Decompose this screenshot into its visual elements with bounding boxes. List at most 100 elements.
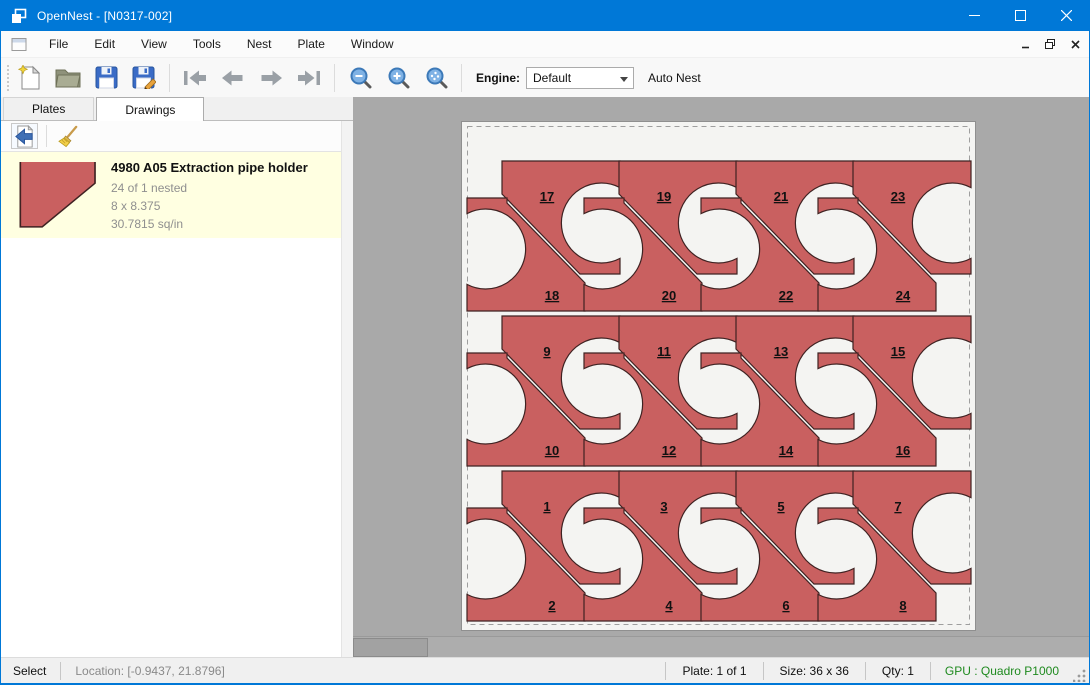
- resize-grip[interactable]: [1073, 668, 1087, 682]
- part-number-label: 9: [543, 344, 550, 359]
- broom-icon: [57, 125, 80, 148]
- menu-items: FileEditViewToolsNestPlateWindow: [36, 31, 407, 58]
- app-icon: [11, 8, 27, 24]
- tab-drawings[interactable]: Drawings: [96, 97, 204, 121]
- auto-nest-label[interactable]: Auto Nest: [648, 71, 701, 85]
- mdi-minimize-button[interactable]: [1014, 33, 1036, 55]
- menu-item-plate[interactable]: Plate: [285, 31, 338, 58]
- import-drawing-button[interactable]: [11, 123, 38, 149]
- part-number-label: 8: [899, 598, 906, 613]
- next-button[interactable]: [253, 62, 289, 94]
- part-number-label: 6: [782, 598, 789, 613]
- status-qty: Qty: 1: [866, 664, 930, 678]
- status-plate: Plate: 1 of 1: [666, 664, 762, 678]
- part-number-label: 20: [662, 288, 676, 303]
- part-number-label: 11: [657, 344, 671, 359]
- main-toolbar: Engine: Default Auto Nest: [1, 58, 1089, 97]
- menu-item-nest[interactable]: Nest: [234, 31, 285, 58]
- mdi-minimize-icon: [1021, 40, 1030, 49]
- part-number-label: 23: [891, 189, 905, 204]
- save-as-icon: [132, 66, 156, 89]
- menu-item-view[interactable]: View: [128, 31, 180, 58]
- mdi-close-icon: [1071, 40, 1080, 49]
- menu-item-edit[interactable]: Edit: [81, 31, 128, 58]
- menu-item-window[interactable]: Window: [338, 31, 407, 58]
- status-gpu: GPU : Quadro P1000: [931, 664, 1073, 678]
- part-number-label: 16: [896, 443, 910, 458]
- first-arrow-icon: [181, 68, 209, 88]
- part-number-label: 14: [779, 443, 794, 458]
- mdi-restore-icon: [1045, 39, 1055, 49]
- status-mode: Select: [1, 664, 60, 678]
- zoom-in-button[interactable]: [380, 62, 416, 94]
- previous-button[interactable]: [215, 62, 251, 94]
- last-button[interactable]: [291, 62, 327, 94]
- save-button[interactable]: [88, 62, 124, 94]
- drawing-list-item[interactable]: 4980 A05 Extraction pipe holder 24 of 1 …: [1, 152, 341, 238]
- mdi-close-button[interactable]: [1064, 33, 1086, 55]
- open-button[interactable]: [50, 62, 86, 94]
- zoom-fit-icon: [425, 66, 448, 89]
- toolbar-separator: [461, 64, 462, 92]
- minimize-icon: [969, 10, 980, 21]
- panel-tabs: Plates Drawings: [1, 97, 353, 121]
- part-number-label: 13: [774, 344, 788, 359]
- close-icon: [1061, 10, 1072, 21]
- new-button[interactable]: [12, 62, 48, 94]
- part-number-label: 10: [545, 443, 559, 458]
- drawing-area: 30.7815 sq/in: [111, 215, 308, 233]
- status-size: Size: 36 x 36: [764, 664, 865, 678]
- canvas-hscrollbar[interactable]: [353, 636, 1089, 657]
- part-number-label: 7: [894, 499, 901, 514]
- part-number-label: 22: [779, 288, 793, 303]
- part-number-label: 15: [891, 344, 905, 359]
- toolbar-grip[interactable]: [5, 65, 11, 91]
- app-window: OpenNest - [N0317-002] FileEditViewTools…: [0, 0, 1090, 685]
- part-number-label: 1: [543, 499, 550, 514]
- minimize-button[interactable]: [951, 0, 997, 31]
- part-number-label: 21: [774, 189, 788, 204]
- status-location: Location: [-0.9437, 21.8796]: [61, 664, 238, 678]
- drawings-toolbar: [1, 121, 353, 152]
- part-number-label: 17: [540, 189, 554, 204]
- menu-item-file[interactable]: File: [36, 31, 81, 58]
- part-number-label: 3: [660, 499, 667, 514]
- zoom-fit-button[interactable]: [418, 62, 454, 94]
- part-number-label: 4: [665, 598, 673, 613]
- title-bar: OpenNest - [N0317-002]: [1, 0, 1089, 31]
- panel-scrollbar[interactable]: [341, 121, 353, 657]
- previous-arrow-icon: [220, 68, 246, 88]
- last-arrow-icon: [295, 68, 323, 88]
- status-bar: Select Location: [-0.9437, 21.8796] Plat…: [1, 657, 1089, 683]
- new-document-icon: [18, 65, 42, 91]
- part-number-label: 24: [896, 288, 911, 303]
- tab-plates[interactable]: Plates: [3, 97, 94, 120]
- toolbar-separator: [169, 64, 170, 92]
- menu-bar: FileEditViewToolsNestPlateWindow: [1, 31, 1089, 58]
- chevron-down-icon: [620, 77, 628, 82]
- nesting-canvas[interactable]: 171819202122232491011121314151612345678: [353, 97, 1089, 657]
- drawing-size: 8 x 8.375: [111, 197, 308, 215]
- toolbar-separator: [334, 64, 335, 92]
- part-number-label: 12: [662, 443, 676, 458]
- clear-drawings-button[interactable]: [55, 123, 82, 149]
- window-title: OpenNest - [N0317-002]: [37, 9, 172, 23]
- drawing-title: 4980 A05 Extraction pipe holder: [111, 160, 308, 175]
- zoom-in-icon: [387, 66, 410, 89]
- engine-select[interactable]: Default: [526, 67, 634, 89]
- next-arrow-icon: [258, 68, 284, 88]
- close-button[interactable]: [1043, 0, 1089, 31]
- part-number-label: 19: [657, 189, 671, 204]
- first-button[interactable]: [177, 62, 213, 94]
- menu-item-tools[interactable]: Tools: [180, 31, 234, 58]
- part-number-label: 5: [777, 499, 784, 514]
- drawing-nested-count: 24 of 1 nested: [111, 179, 308, 197]
- save-as-button[interactable]: [126, 62, 162, 94]
- maximize-button[interactable]: [997, 0, 1043, 31]
- maximize-icon: [1015, 10, 1026, 21]
- zoom-out-icon: [349, 66, 372, 89]
- mdi-restore-button[interactable]: [1039, 33, 1061, 55]
- zoom-out-button[interactable]: [342, 62, 378, 94]
- canvas-hscroll-thumb[interactable]: [353, 638, 428, 657]
- plate: 171819202122232491011121314151612345678: [461, 121, 976, 631]
